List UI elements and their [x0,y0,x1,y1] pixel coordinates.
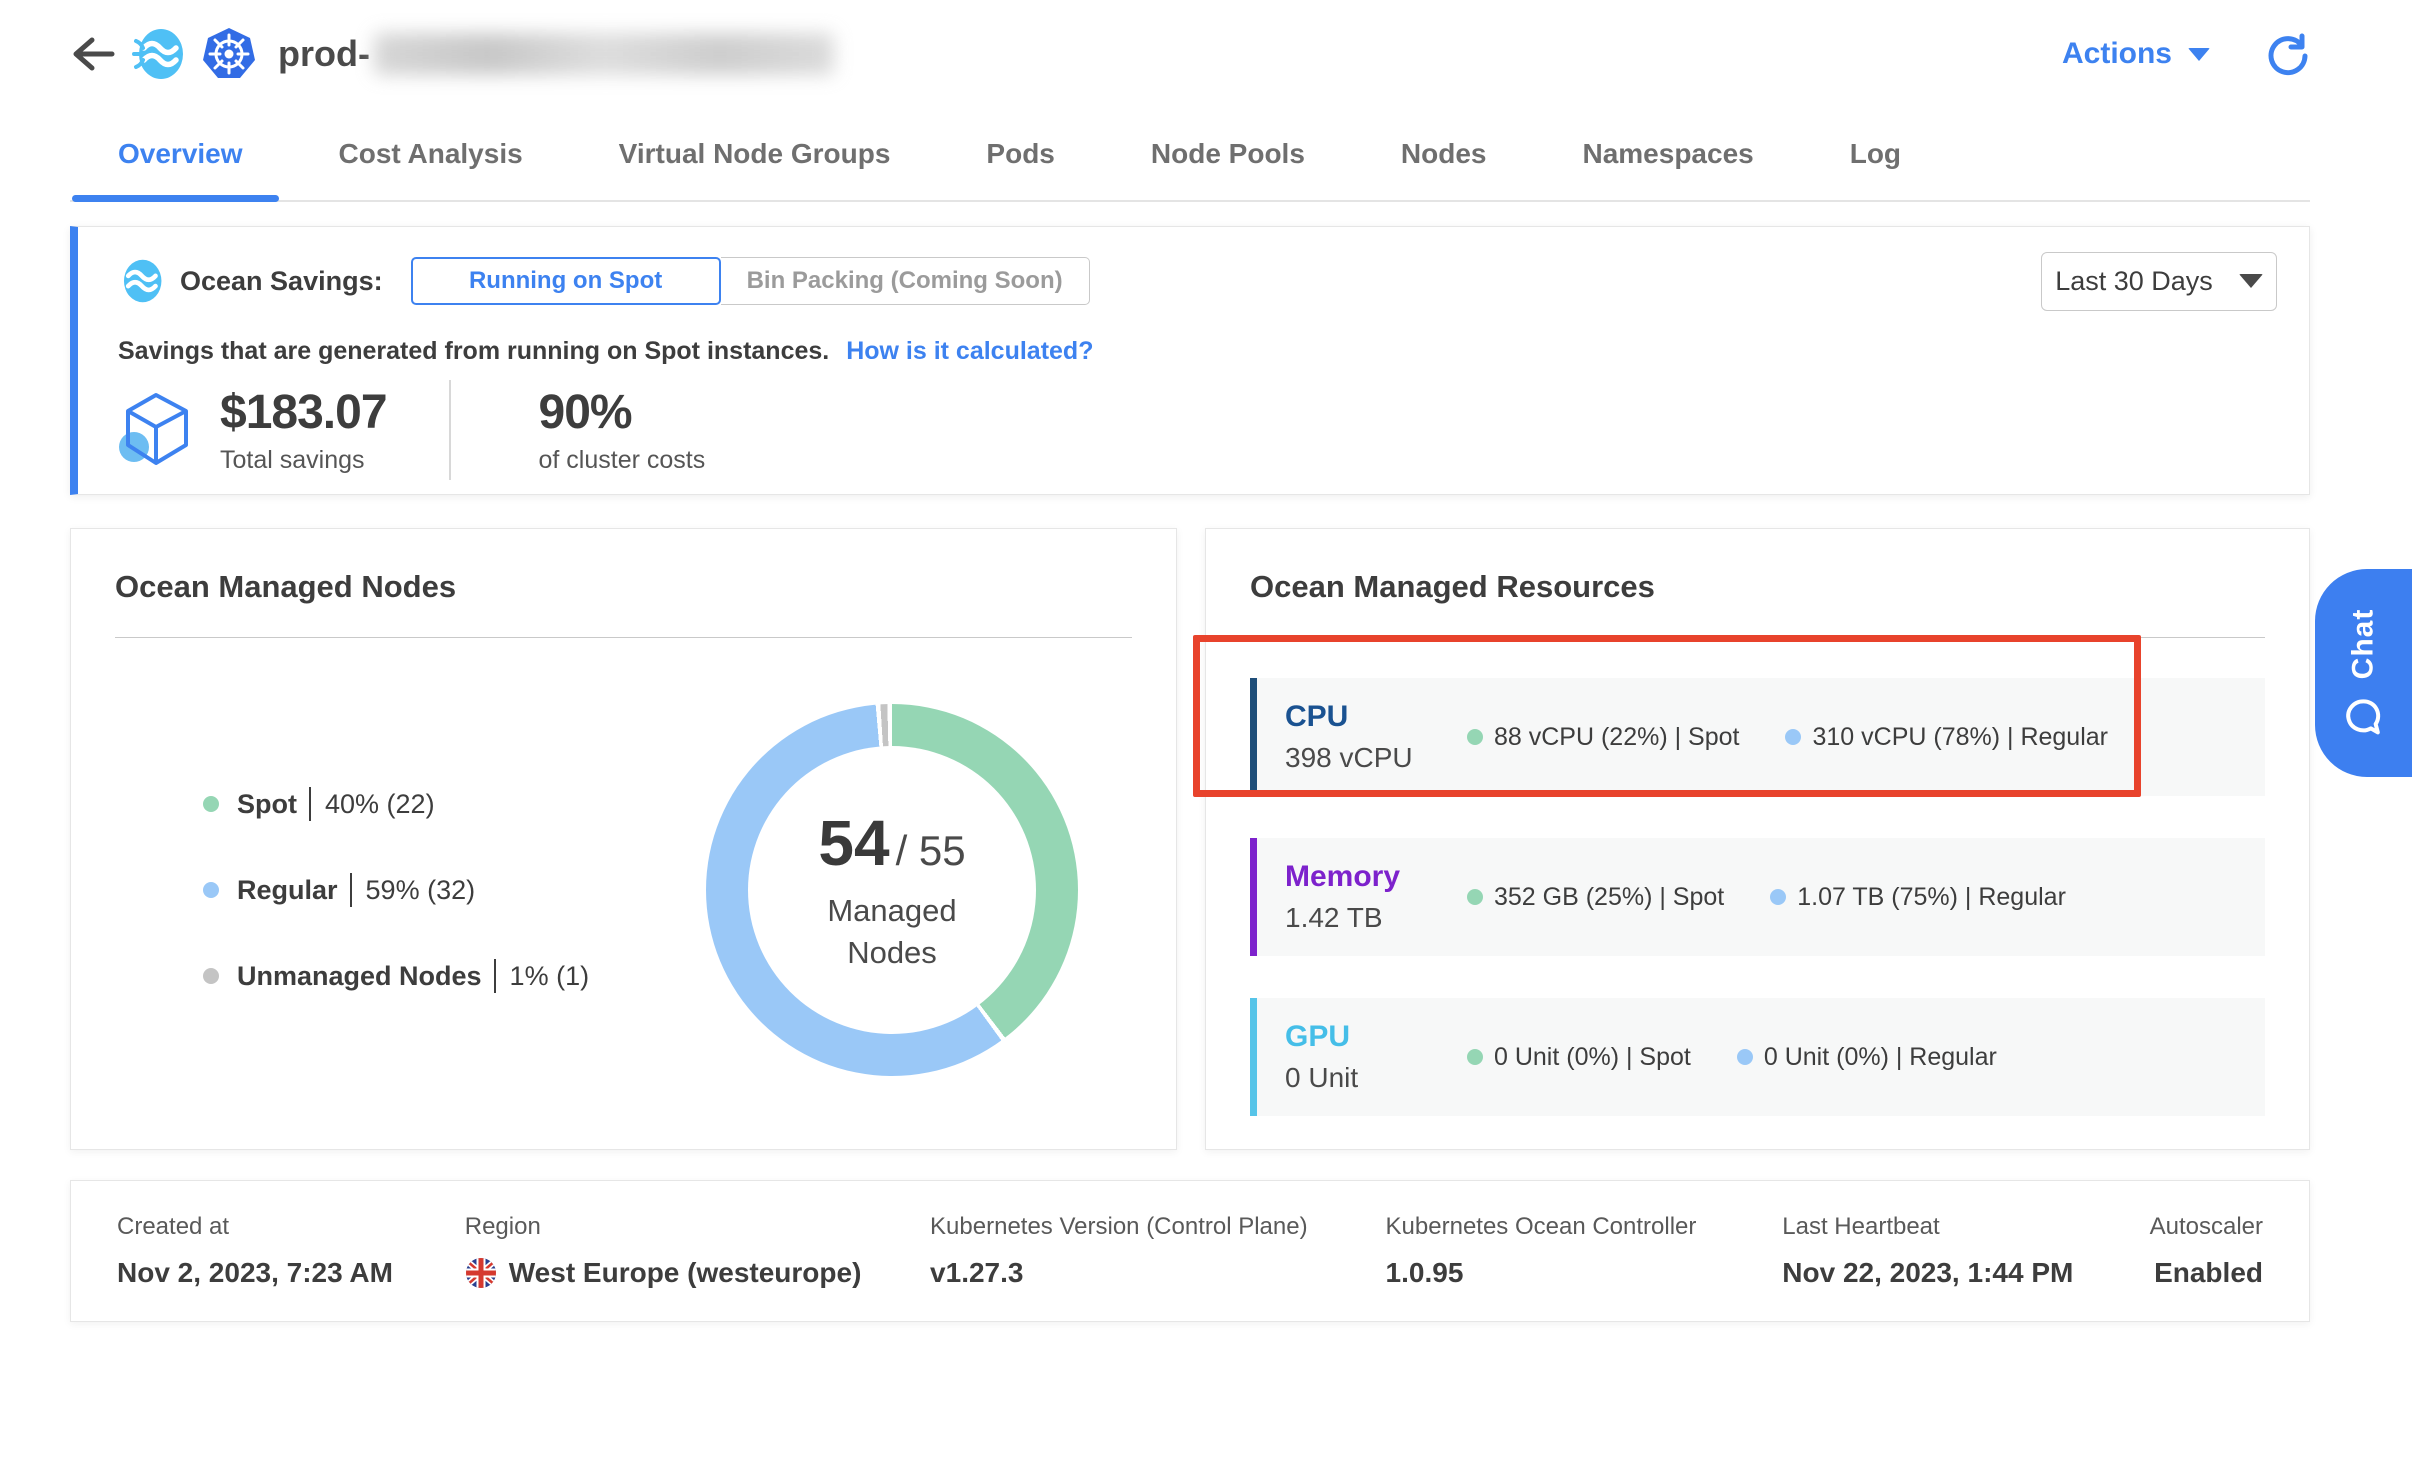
spot-dot-icon [1467,889,1483,905]
kubernetes-logo-icon [202,27,256,81]
memory-regular-stat: 1.07 TB (75%) | Regular [1770,883,2066,912]
resource-row-gpu: GPU 0 Unit 0 Unit (0%) | Spot 0 Unit (0%… [1250,998,2265,1116]
regular-dot-icon [1737,1049,1753,1065]
cpu-name: CPU [1285,700,1467,734]
redacted-cluster-name [374,33,834,75]
divider [1250,637,2265,638]
tab-virtual-node-groups[interactable]: Virtual Node Groups [619,108,891,200]
spot-dot-icon [1467,1049,1483,1065]
refresh-button[interactable] [2266,32,2310,76]
regular-dot-icon [1770,889,1786,905]
cpu-total: 398 vCPU [1285,742,1467,774]
nodes-legend: Spot 40% (22) Regular 59% (32) Unmanaged… [203,787,589,993]
tab-pods[interactable]: Pods [986,108,1054,200]
total-savings-value: $183.07 [220,385,387,440]
managed-nodes-total: / 55 [896,827,966,875]
managed-nodes-count: 54 [818,806,889,880]
ocean-logo-icon [132,27,186,81]
tab-cost-analysis[interactable]: Cost Analysis [339,108,523,200]
back-button[interactable] [70,34,116,74]
savings-description: Savings that are generated from running … [118,337,829,365]
period-select-value: Last 30 Days [2055,266,2213,297]
resource-row-cpu: CPU 398 vCPU 88 vCPU (22%) | Spot 310 vC… [1250,678,2265,796]
cpu-regular-stat: 310 vCPU (78%) | Regular [1785,723,2108,752]
gpu-name: GPU [1285,1020,1467,1054]
k8s-version-value: v1.27.3 [930,1257,1386,1289]
regular-dot-icon [1785,729,1801,745]
cluster-info-bar: Created at Nov 2, 2023, 7:23 AM Region W… [70,1180,2310,1322]
resource-row-memory: Memory 1.42 TB 352 GB (25%) | Spot 1.07 … [1250,838,2265,956]
last-heartbeat-value: Nov 22, 2023, 1:44 PM [1782,1257,2149,1289]
memory-total: 1.42 TB [1285,902,1467,934]
managed-nodes-title: Ocean Managed Nodes [115,569,1132,605]
managed-resources-title: Ocean Managed Resources [1250,569,2265,605]
gpu-spot-stat: 0 Unit (0%) | Spot [1467,1043,1691,1072]
uk-flag-icon [465,1257,497,1289]
gpu-regular-stat: 0 Unit (0%) | Regular [1737,1043,1997,1072]
legend-item-regular: Regular 59% (32) [203,873,589,907]
divider [115,637,1132,638]
chat-label: Chat [2347,609,2381,680]
tab-nodes[interactable]: Nodes [1401,108,1487,200]
ocean-managed-resources-card: Ocean Managed Resources CPU 398 vCPU 88 … [1205,528,2310,1150]
ocean-controller-column: Kubernetes Ocean Controller 1.0.95 [1386,1213,1783,1289]
how-calculated-link[interactable]: How is it calculated? [846,337,1093,365]
tab-overview[interactable]: Overview [118,108,243,200]
divider [449,380,451,480]
ocean-managed-nodes-card: Ocean Managed Nodes Spot 40% (22) Regula… [70,528,1177,1150]
cluster-costs-label: of cluster costs [539,446,706,475]
chat-button[interactable]: Chat [2315,569,2412,777]
ocean-savings-panel: Ocean Savings: Running on Spot Bin Packi… [70,226,2310,495]
tab-namespaces[interactable]: Namespaces [1582,108,1753,200]
created-at-value: Nov 2, 2023, 7:23 AM [117,1257,465,1289]
managed-nodes-donut: 54 / 55 Managed Nodes [706,704,1078,1076]
memory-name: Memory [1285,860,1467,894]
legend-item-unmanaged: Unmanaged Nodes 1% (1) [203,959,589,993]
last-heartbeat-column: Last Heartbeat Nov 22, 2023, 1:44 PM [1782,1213,2149,1289]
period-select[interactable]: Last 30 Days [2041,252,2277,311]
chevron-down-icon [2239,274,2263,288]
back-arrow-icon [70,36,116,72]
header: prod- Actions [70,0,2310,108]
running-on-spot-button[interactable]: Running on Spot [411,257,721,305]
page-title: prod- [278,33,370,75]
bin-packing-button[interactable]: Bin Packing (Coming Soon) [721,257,1090,305]
spot-dot-icon [1467,729,1483,745]
tab-bar: Overview Cost Analysis Virtual Node Grou… [70,108,2310,202]
managed-nodes-caption: Managed Nodes [782,890,1002,974]
chevron-down-icon [2188,48,2210,61]
cpu-spot-stat: 88 vCPU (22%) | Spot [1467,723,1739,752]
gpu-total: 0 Unit [1285,1062,1467,1094]
savings-toggle: Running on Spot Bin Packing (Coming Soon… [411,257,1090,305]
tab-node-pools[interactable]: Node Pools [1151,108,1305,200]
actions-button[interactable]: Actions [2062,37,2210,71]
autoscaler-status: Enabled [2154,1257,2263,1289]
tab-log[interactable]: Log [1850,108,1901,200]
k8s-version-column: Kubernetes Version (Control Plane) v1.27… [930,1213,1386,1289]
autoscaler-column: Autoscaler Enabled [2150,1213,2263,1289]
cluster-costs-percent: 90% [539,385,706,440]
legend-item-spot: Spot 40% (22) [203,787,589,821]
actions-label: Actions [2062,37,2172,71]
unmanaged-legend-dot-icon [203,968,219,984]
regular-legend-dot-icon [203,882,219,898]
spot-legend-dot-icon [203,796,219,812]
total-savings-label: Total savings [220,446,387,475]
savings-cube-icon [118,389,194,471]
chat-bubble-icon [2344,697,2384,737]
region-value: West Europe (westeurope) [465,1257,930,1289]
region-column: Region West Europe (westeurope) [465,1213,930,1289]
ocean-savings-icon [118,258,164,304]
memory-spot-stat: 352 GB (25%) | Spot [1467,883,1724,912]
ocean-savings-label: Ocean Savings: [180,266,383,297]
refresh-icon [2266,32,2310,76]
created-at-column: Created at Nov 2, 2023, 7:23 AM [117,1213,465,1289]
ocean-controller-value: 1.0.95 [1386,1257,1783,1289]
